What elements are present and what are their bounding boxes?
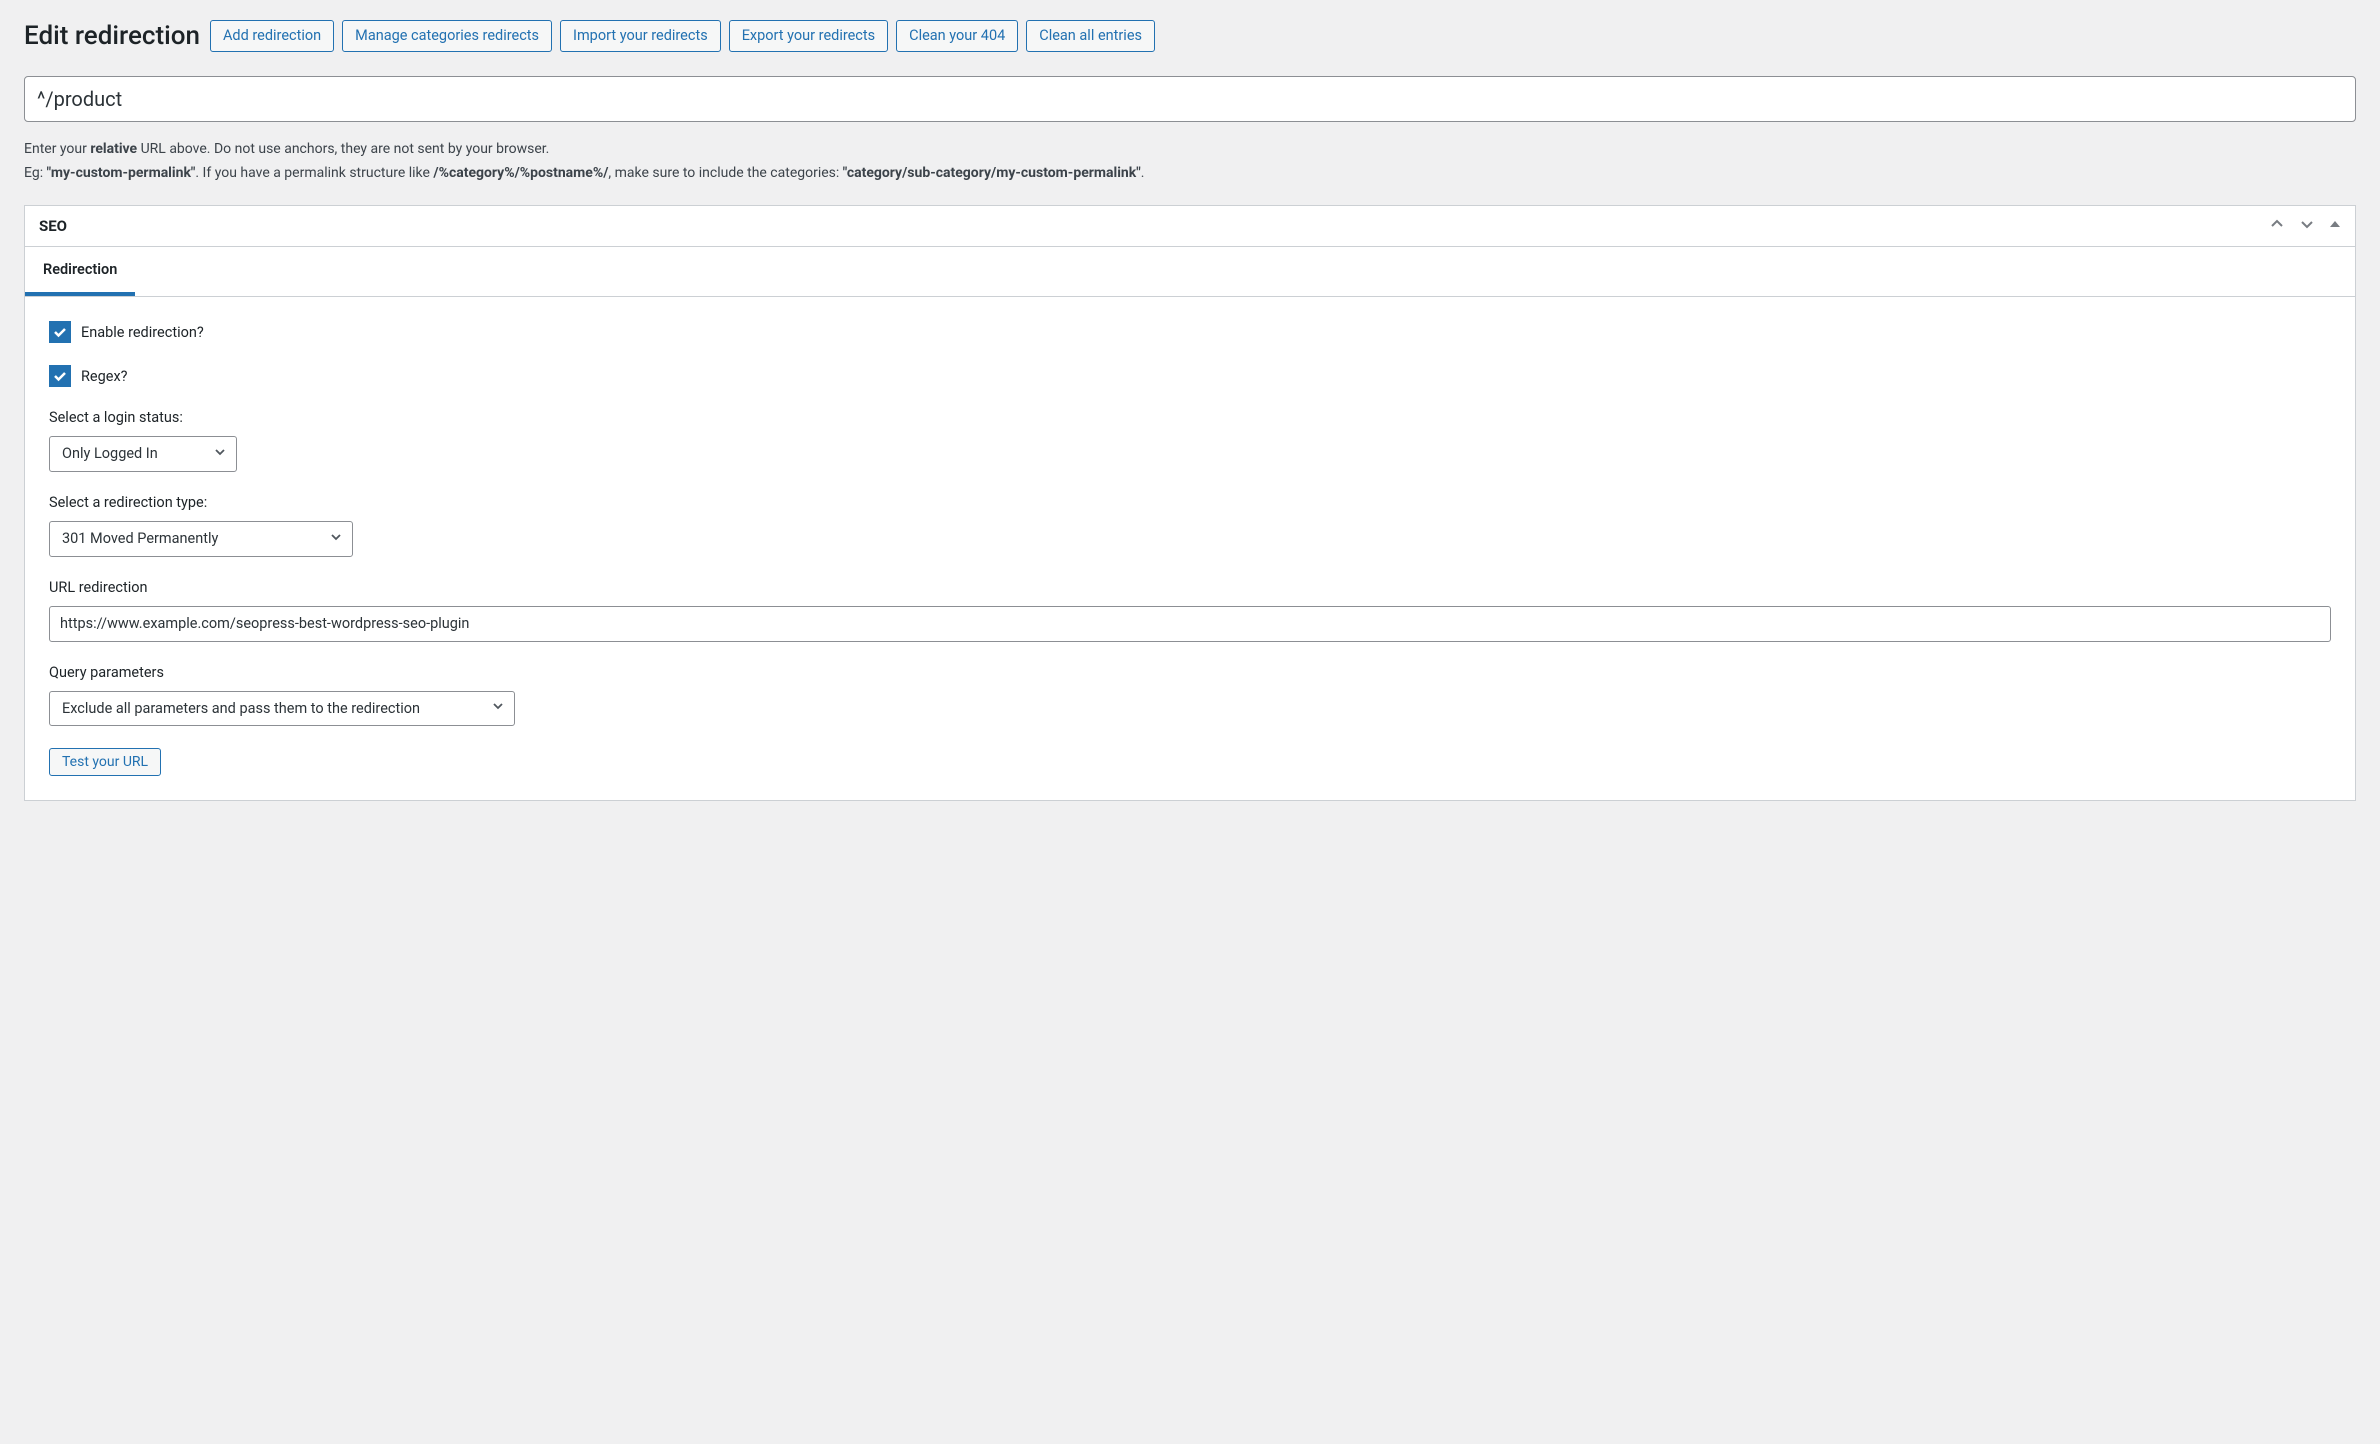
move-down-icon[interactable] [2299, 216, 2315, 236]
manage-categories-redirects-button[interactable]: Manage categories redirects [342, 20, 552, 52]
page-title: Edit redirection [24, 21, 200, 51]
enable-redirection-label: Enable redirection? [81, 324, 204, 341]
test-your-url-button[interactable]: Test your URL [49, 748, 161, 776]
move-up-icon[interactable] [2269, 216, 2285, 236]
enable-redirection-checkbox[interactable] [49, 321, 71, 343]
regex-label: Regex? [81, 368, 128, 385]
import-redirects-button[interactable]: Import your redirects [560, 20, 721, 52]
login-status-select[interactable]: Only Logged In [49, 436, 237, 472]
seo-panel: SEO Redirection Enable redirection? [24, 205, 2356, 801]
redirect-type-select[interactable]: 301 Moved Permanently [49, 521, 353, 557]
tab-redirection[interactable]: Redirection [25, 247, 135, 296]
export-redirects-button[interactable]: Export your redirects [729, 20, 888, 52]
query-parameters-label: Query parameters [49, 664, 2331, 681]
clean-404-button[interactable]: Clean your 404 [896, 20, 1018, 52]
url-redirection-input[interactable] [49, 606, 2331, 642]
redirect-type-label: Select a redirection type: [49, 494, 2331, 511]
query-parameters-select[interactable]: Exclude all parameters and pass them to … [49, 691, 515, 727]
login-status-label: Select a login status: [49, 409, 2331, 426]
relative-url-input[interactable] [24, 76, 2356, 122]
url-redirection-label: URL redirection [49, 579, 2331, 596]
help-text: Enter your relative URL above. Do not us… [24, 138, 2356, 186]
collapse-icon[interactable] [2329, 218, 2341, 234]
regex-checkbox[interactable] [49, 365, 71, 387]
panel-title: SEO [39, 217, 67, 235]
clean-all-entries-button[interactable]: Clean all entries [1026, 20, 1155, 52]
add-redirection-button[interactable]: Add redirection [210, 20, 334, 52]
